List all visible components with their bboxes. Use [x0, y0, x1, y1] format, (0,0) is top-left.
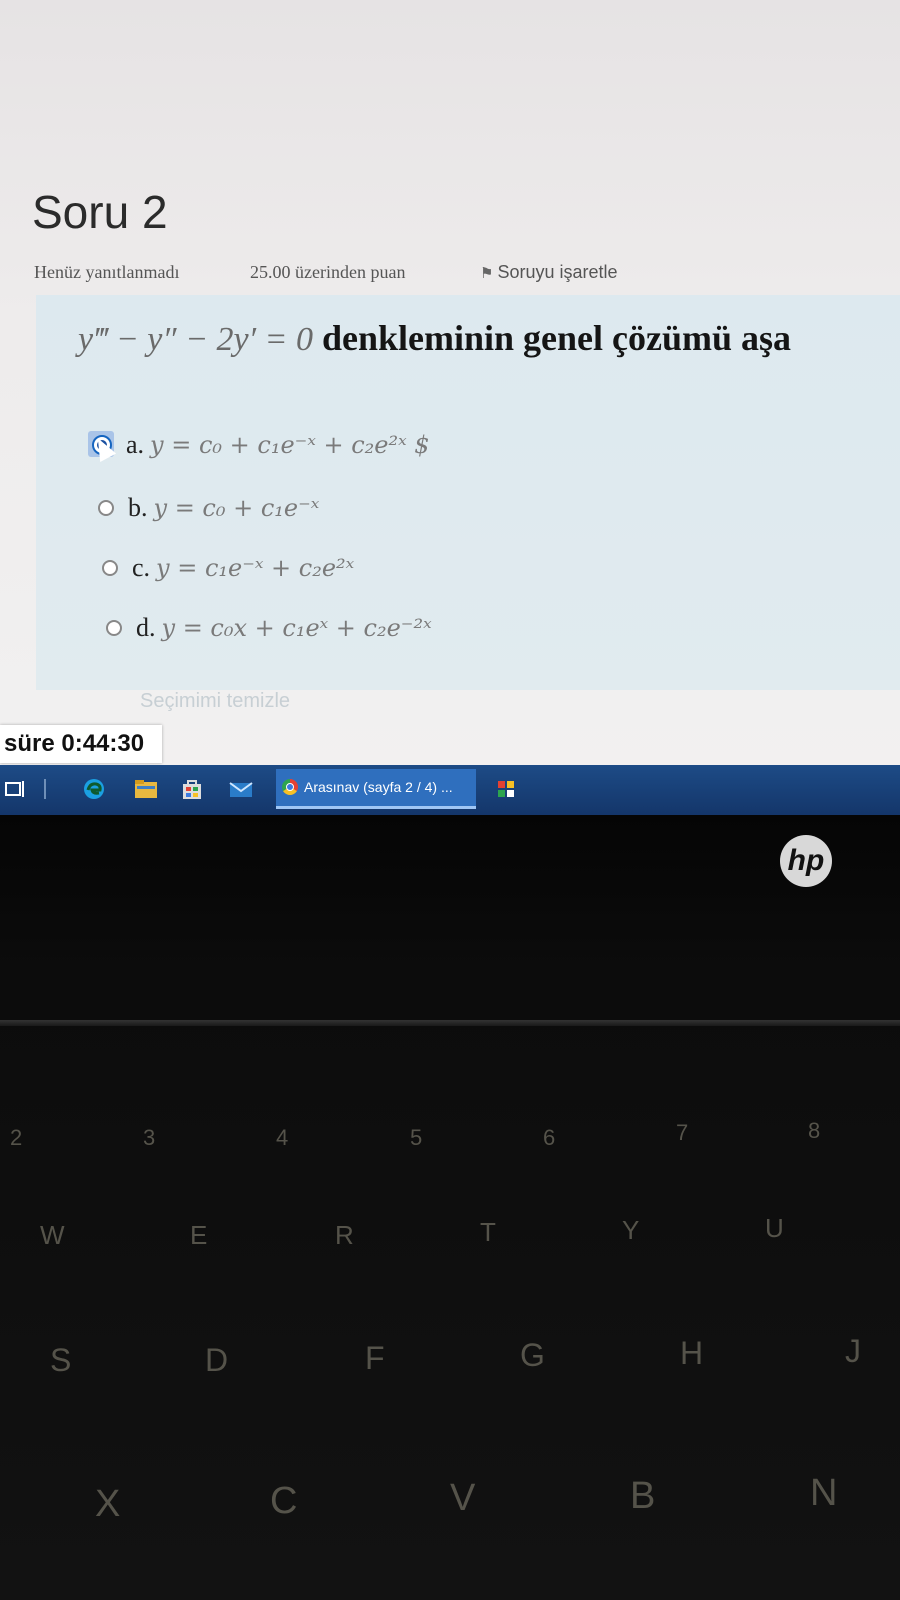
question-equation: y‴ − y″ − 2y′ = 0 [78, 321, 313, 358]
key-f: F [365, 1340, 385, 1376]
key-w: W [40, 1220, 65, 1250]
laptop-body: hp 2 3 4 5 6 7 8 W E R T Y U S D F G H J… [0, 815, 900, 1600]
key-t: T [480, 1217, 496, 1247]
key-6: 6 [543, 1125, 556, 1150]
option-b-label: b. [128, 493, 148, 522]
edge-icon[interactable] [82, 776, 106, 802]
key-4: 4 [276, 1125, 289, 1150]
exam-timer: süre 0:44:30 [0, 725, 162, 763]
option-d-math: y = c₀x + c₁eˣ + c₂e⁻²ˣ [161, 614, 432, 642]
flag-question-label: Soruyu işaretle [497, 262, 618, 282]
key-x: X [95, 1483, 121, 1525]
key-r: R [335, 1220, 354, 1250]
key-2: 2 [10, 1125, 23, 1150]
option-c[interactable]: c. y = c₁e⁻ˣ + c₂e²ˣ [102, 553, 354, 583]
option-d[interactable]: d. y = c₀x + c₁eˣ + c₂e⁻²ˣ [106, 613, 432, 643]
key-7: 7 [676, 1120, 689, 1145]
radio-option-c[interactable] [102, 560, 118, 577]
question-points: 25.00 üzerinden puan [250, 262, 406, 282]
question-text: y‴ − y″ − 2y′ = 0 denkleminin genel çözü… [78, 317, 791, 359]
radio-option-d[interactable] [106, 620, 122, 637]
taskbar-separator [44, 779, 46, 799]
key-3: 3 [143, 1125, 156, 1150]
key-s: S [50, 1342, 72, 1378]
question-box: y‴ − y″ − 2y′ = 0 denkleminin genel çözü… [36, 295, 900, 690]
chrome-task-button[interactable]: Arasınav (sayfa 2 / 4) ... [276, 769, 476, 809]
key-y: Y [622, 1215, 640, 1245]
option-d-label: d. [136, 613, 156, 642]
key-c: C [270, 1480, 298, 1522]
key-v: V [450, 1477, 476, 1519]
question-status: Henüz yanıtlanmadı [34, 262, 180, 282]
store-icon[interactable] [180, 776, 204, 802]
screen: Soru 2 Henüz yanıtlanmadı 25.00 üzerinde… [0, 0, 900, 815]
other-app-icon[interactable] [496, 776, 516, 802]
clear-selection-link[interactable]: Seçimimi temizle [140, 690, 290, 713]
key-b: B [630, 1475, 656, 1517]
key-d: D [205, 1342, 229, 1378]
key-g: G [520, 1337, 545, 1373]
option-a[interactable]: a. y = c₀ + c₁e⁻ˣ + c₂e²ˣ $ [92, 430, 430, 460]
option-c-label: c. [132, 553, 151, 582]
radio-option-b[interactable] [98, 500, 114, 517]
task-view-icon[interactable] [4, 776, 26, 802]
key-8: 8 [808, 1118, 821, 1143]
active-window-title: Arasınav (sayfa 2 / 4) ... [304, 779, 453, 795]
file-explorer-icon[interactable] [134, 776, 158, 802]
option-a-label: a. [126, 430, 145, 459]
option-b[interactable]: b. y = c₀ + c₁e⁻ˣ [98, 493, 319, 523]
taskbar: Arasınav (sayfa 2 / 4) ... [0, 765, 900, 815]
key-u: U [765, 1213, 784, 1243]
option-a-math: y = c₀ + c₁e⁻ˣ + c₂e²ˣ $ [150, 431, 430, 459]
chrome-icon [282, 779, 298, 795]
flag-icon: ⚑ [480, 265, 494, 282]
option-b-math: y = c₀ + c₁e⁻ˣ [153, 494, 320, 522]
option-c-math: y = c₁e⁻ˣ + c₂e²ˣ [156, 554, 355, 582]
question-title: Soru 2 [32, 186, 168, 238]
key-h: H [680, 1335, 704, 1371]
hp-logo: hp [780, 835, 832, 887]
question-text-rest: denkleminin genel çözümü aşa [312, 318, 792, 358]
mail-icon[interactable] [228, 776, 254, 802]
key-5: 5 [410, 1125, 423, 1150]
key-n: N [810, 1472, 838, 1514]
key-j: J [845, 1333, 861, 1369]
flag-question-link[interactable]: ⚑ Soruyu işaretle [480, 262, 618, 283]
key-e: E [190, 1220, 208, 1250]
laptop-hinge [0, 1020, 900, 1026]
